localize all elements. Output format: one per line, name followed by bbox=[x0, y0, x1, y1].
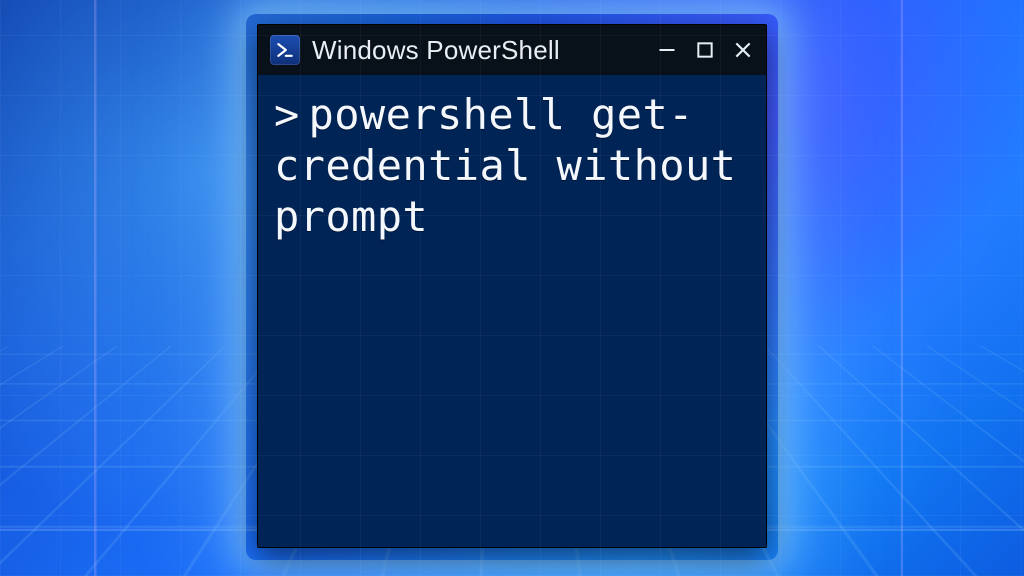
maximize-button[interactable] bbox=[694, 39, 716, 61]
close-button[interactable] bbox=[732, 39, 754, 61]
window-titlebar[interactable]: Windows PowerShell bbox=[258, 25, 766, 75]
powershell-icon bbox=[270, 35, 300, 65]
window-title: Windows PowerShell bbox=[312, 35, 644, 66]
desktop-background: Windows PowerShell bbox=[0, 0, 1024, 576]
minimize-icon bbox=[657, 40, 677, 60]
window-controls bbox=[656, 39, 756, 61]
terminal-body[interactable]: >powershell get-credential without promp… bbox=[258, 75, 766, 547]
powershell-window[interactable]: Windows PowerShell bbox=[257, 24, 767, 548]
close-icon bbox=[733, 40, 753, 60]
maximize-icon bbox=[695, 40, 715, 60]
terminal-command-text: powershell get-credential without prompt bbox=[274, 90, 736, 241]
minimize-button[interactable] bbox=[656, 39, 678, 61]
prompt-symbol: > bbox=[274, 90, 300, 139]
